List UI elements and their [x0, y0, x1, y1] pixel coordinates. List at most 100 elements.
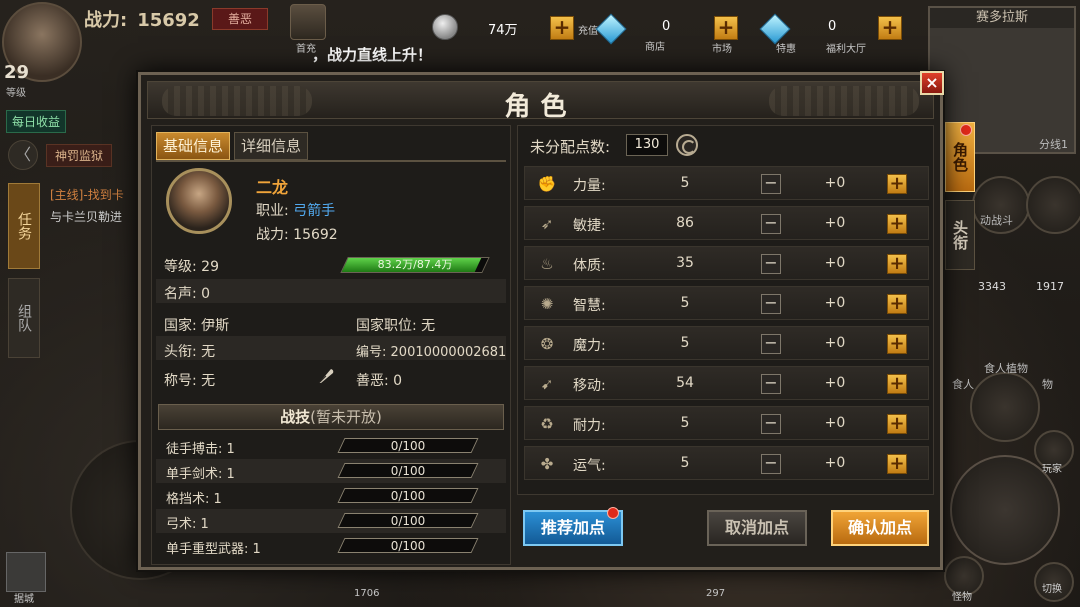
- morality-value: 0: [393, 373, 403, 389]
- team-tab[interactable]: 组队: [8, 278, 40, 358]
- promo-text: ，战力直线上升！: [312, 46, 433, 64]
- nation-post-value: 无: [421, 318, 436, 334]
- nickname-label: 称号:: [164, 373, 197, 389]
- skill-row: 单手剑术: 1 0/100: [156, 459, 506, 483]
- cancel-points-button[interactable]: 取消加点: [707, 510, 807, 546]
- quest-tab[interactable]: 任务: [8, 183, 40, 269]
- power-value: 15692: [293, 227, 338, 243]
- increase-attribute-button[interactable]: +: [887, 374, 907, 394]
- increase-attribute-button[interactable]: +: [887, 414, 907, 434]
- tab-divider: [156, 160, 506, 162]
- decrease-attribute-button[interactable]: −: [761, 174, 781, 194]
- top-power: 战力: 15692: [84, 6, 200, 32]
- nearby-target-1[interactable]: 食人植物: [984, 360, 1028, 376]
- attribute-name: 体质:: [573, 258, 606, 274]
- player-label: 玩家: [1042, 464, 1062, 475]
- attribute-row: ➹ 移动: 54 − +0 +: [524, 366, 929, 400]
- increase-attribute-button[interactable]: +: [887, 334, 907, 354]
- close-icon[interactable]: ×: [920, 71, 944, 95]
- attribute-value: 54: [676, 375, 694, 391]
- agility-icon: ➶: [540, 215, 554, 233]
- skill-slot-2-icon[interactable]: [970, 372, 1040, 442]
- nation-post-label: 国家职位:: [356, 318, 417, 334]
- hero-level-label: 等级: [6, 88, 26, 99]
- add-silver-button[interactable]: +: [550, 16, 574, 40]
- tab-basic-info[interactable]: 基础信息: [156, 132, 231, 160]
- skill-progress: 0/100: [390, 489, 426, 503]
- skill-row: 弓术: 1 0/100: [156, 509, 506, 533]
- decrease-attribute-button[interactable]: −: [761, 294, 781, 314]
- nearby-target-3[interactable]: 物: [1042, 376, 1053, 392]
- decrease-attribute-button[interactable]: −: [761, 454, 781, 474]
- minimap-line[interactable]: 分线1: [1039, 136, 1068, 152]
- job-row: 职业: 弓箭手: [256, 200, 335, 220]
- add-gem-button[interactable]: +: [714, 16, 738, 40]
- nearby-target-2[interactable]: 食人: [952, 376, 974, 392]
- character-dialog: 角色 × 基础信息 详细信息 二龙 职业: 弓箭手 战力: 15692 等级: …: [138, 71, 944, 570]
- monster-label: 怪物: [952, 592, 972, 603]
- increase-attribute-button[interactable]: +: [887, 454, 907, 474]
- skill-slot-icon[interactable]: [1026, 176, 1080, 234]
- decrease-attribute-button[interactable]: −: [761, 334, 781, 354]
- skill-progress: 0/100: [390, 539, 426, 553]
- confirm-points-button[interactable]: 确认加点: [831, 510, 929, 546]
- skill-name: 单手重型武器: 1: [166, 542, 261, 557]
- add-bound-gem-button[interactable]: +: [878, 16, 902, 40]
- decrease-attribute-button[interactable]: −: [761, 374, 781, 394]
- attribute-name: 魔力:: [573, 338, 606, 354]
- combat-skills-header: 战技(暂未开放): [158, 404, 504, 430]
- increase-attribute-button[interactable]: +: [887, 214, 907, 234]
- increase-attribute-button[interactable]: +: [887, 294, 907, 314]
- attribute-value: 86: [676, 215, 694, 231]
- morality-button[interactable]: 善恶: [212, 8, 268, 30]
- morality-row: 善恶: 0: [356, 370, 402, 390]
- attribute-row: ♨ 体质: 35 − +0 +: [524, 246, 929, 280]
- fame-value: 0: [201, 286, 211, 302]
- hp-potion-right-count: 1917: [1036, 280, 1064, 293]
- attribute-value: 5: [680, 175, 690, 191]
- shop-label-welfare[interactable]: 福利大厅: [826, 40, 866, 55]
- increase-attribute-button[interactable]: +: [887, 254, 907, 274]
- attribute-added: +0: [824, 175, 846, 191]
- increase-attribute-button[interactable]: +: [887, 174, 907, 194]
- luck-icon: ✤: [540, 455, 554, 473]
- tab-detailed-info[interactable]: 详细信息: [234, 132, 309, 160]
- attribute-panel: 未分配点数: 130 ✊ 力量: 5 − +0 + ➶ 敏捷: 86 − +0 + ♨ 体质: 35 − +0 +…: [517, 125, 934, 495]
- dungeon-button[interactable]: 神罚监狱: [46, 144, 113, 167]
- id-label: 编号:: [356, 345, 387, 360]
- skill-progress: 0/100: [390, 514, 426, 528]
- first-recharge-icon[interactable]: [290, 4, 326, 40]
- hero-level: 29: [4, 62, 30, 83]
- combat-skills-title: 战技: [280, 408, 311, 426]
- id-value: 20010000002681: [390, 345, 507, 360]
- back-arrow-icon[interactable]: 〈: [8, 140, 38, 170]
- attribute-value: 5: [680, 415, 690, 431]
- shop-label-special[interactable]: 特惠: [776, 40, 796, 55]
- combat-skills-note: (暂未开放): [310, 408, 382, 426]
- rank-title-row: 头衔: 无: [164, 341, 215, 361]
- nickname-row: 称号: 无: [164, 370, 215, 390]
- edit-feather-icon[interactable]: [316, 366, 336, 386]
- notification-dot: [960, 124, 972, 136]
- reset-points-icon[interactable]: [676, 134, 698, 156]
- tab-title[interactable]: 头衔: [945, 200, 975, 270]
- decrease-attribute-button[interactable]: −: [761, 214, 781, 234]
- daily-income-button[interactable]: 每日收益: [6, 110, 67, 133]
- bottom-value-2: 297: [706, 588, 726, 599]
- quest-desc[interactable]: 与卡兰贝勒进: [50, 208, 140, 225]
- shop-label-market[interactable]: 市场: [712, 40, 732, 55]
- shop-label-store[interactable]: 商店: [645, 38, 665, 53]
- attribute-added: +0: [824, 335, 846, 351]
- castle-icon[interactable]: [6, 552, 46, 592]
- decrease-attribute-button[interactable]: −: [761, 414, 781, 434]
- info-tabs: 基础信息 详细信息: [156, 132, 309, 160]
- quest-title[interactable]: [主线]-找到卡: [50, 186, 140, 203]
- decrease-attribute-button[interactable]: −: [761, 254, 781, 274]
- level-label: 等级:: [164, 259, 197, 275]
- attribute-name: 运气:: [573, 458, 606, 474]
- attribute-name: 智慧:: [573, 298, 606, 314]
- castle-label: 据城: [14, 594, 34, 605]
- skill-row: 格挡术: 1 0/100: [156, 484, 506, 508]
- attribute-added: +0: [824, 455, 846, 471]
- nation-value: 伊斯: [201, 318, 230, 334]
